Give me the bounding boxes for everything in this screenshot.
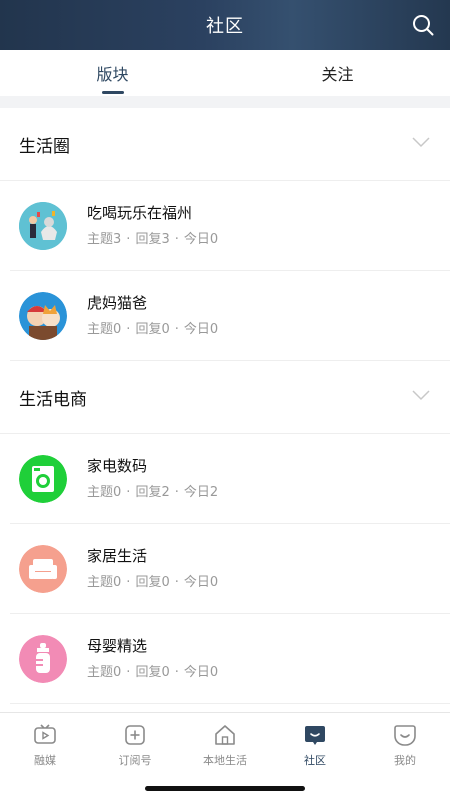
sofa-icon	[19, 544, 67, 593]
nav-label: 订阅号	[118, 754, 152, 767]
list-item[interactable]: 吃喝玩乐在福州 主题3 · 回复3 · 今日0	[10, 181, 450, 271]
forum-stats: 主题0 · 回复2 · 今日2	[87, 484, 219, 500]
forum-stats: 主题0 · 回复0 · 今日0	[87, 574, 219, 590]
forum-name: 吃喝玩乐在福州	[87, 203, 193, 222]
tab-sections-label: 版块	[96, 65, 129, 84]
page-title: 社区	[206, 16, 244, 37]
tab-bar: 版块 关注	[0, 50, 450, 96]
list-item[interactable]: 家居生活 主题0 · 回复0 · 今日0	[10, 524, 450, 614]
forum-name: 母婴精选	[87, 636, 148, 655]
home-indicator[interactable]	[145, 786, 305, 791]
washing-machine-icon	[19, 454, 67, 503]
nav-label: 本地生活	[203, 754, 247, 767]
tab-active-indicator	[101, 91, 124, 94]
section-title: 生活电商	[19, 389, 87, 410]
plus-square-icon	[125, 725, 145, 745]
nav-item-profile[interactable]: 我的	[360, 713, 450, 800]
forum-stats: 主题0 · 回复0 · 今日0	[87, 321, 219, 337]
nav-label: 社区	[304, 754, 326, 767]
home-icon	[215, 725, 235, 745]
baby-bottle-icon	[19, 634, 67, 683]
chat-icon	[305, 726, 325, 745]
list-item[interactable]: 家电数码 主题0 · 回复2 · 今日2	[10, 434, 450, 524]
search-icon[interactable]	[412, 14, 434, 36]
nav-item-media[interactable]: 融媒	[0, 713, 90, 800]
forum-stats: 主题3 · 回复3 · 今日0	[87, 231, 219, 247]
smile-icon	[394, 725, 416, 746]
section-header-ecommerce[interactable]: 生活电商	[0, 361, 450, 434]
nav-label: 我的	[394, 754, 416, 767]
tab-following[interactable]: 关注	[225, 50, 450, 96]
forum-avatar	[19, 201, 67, 250]
section-title: 生活圈	[19, 136, 70, 157]
tab-following-label: 关注	[321, 65, 354, 84]
chevron-down-icon[interactable]	[412, 389, 430, 401]
forum-name: 家居生活	[87, 546, 148, 565]
chevron-down-icon[interactable]	[412, 136, 430, 148]
list-item[interactable]: 母婴精选 主题0 · 回复0 · 今日0	[10, 614, 450, 704]
forum-name: 虎妈猫爸	[87, 293, 148, 312]
forum-list: 生活圈 吃喝玩乐在福州 主题3 · 回复3 · 今日0 虎妈猫爸 主题0 · 回…	[0, 108, 450, 704]
forum-avatar	[19, 291, 67, 340]
nav-label: 融媒	[34, 754, 56, 767]
divider	[0, 96, 450, 108]
forum-stats: 主题0 · 回复0 · 今日0	[87, 664, 219, 680]
top-bar: 社区	[0, 0, 450, 50]
list-item[interactable]: 虎妈猫爸 主题0 · 回复0 · 今日0	[10, 271, 450, 361]
tv-icon	[34, 724, 56, 744]
forum-name: 家电数码	[87, 456, 148, 475]
tab-sections[interactable]: 版块	[0, 50, 225, 96]
section-header-life-circle[interactable]: 生活圈	[0, 108, 450, 181]
